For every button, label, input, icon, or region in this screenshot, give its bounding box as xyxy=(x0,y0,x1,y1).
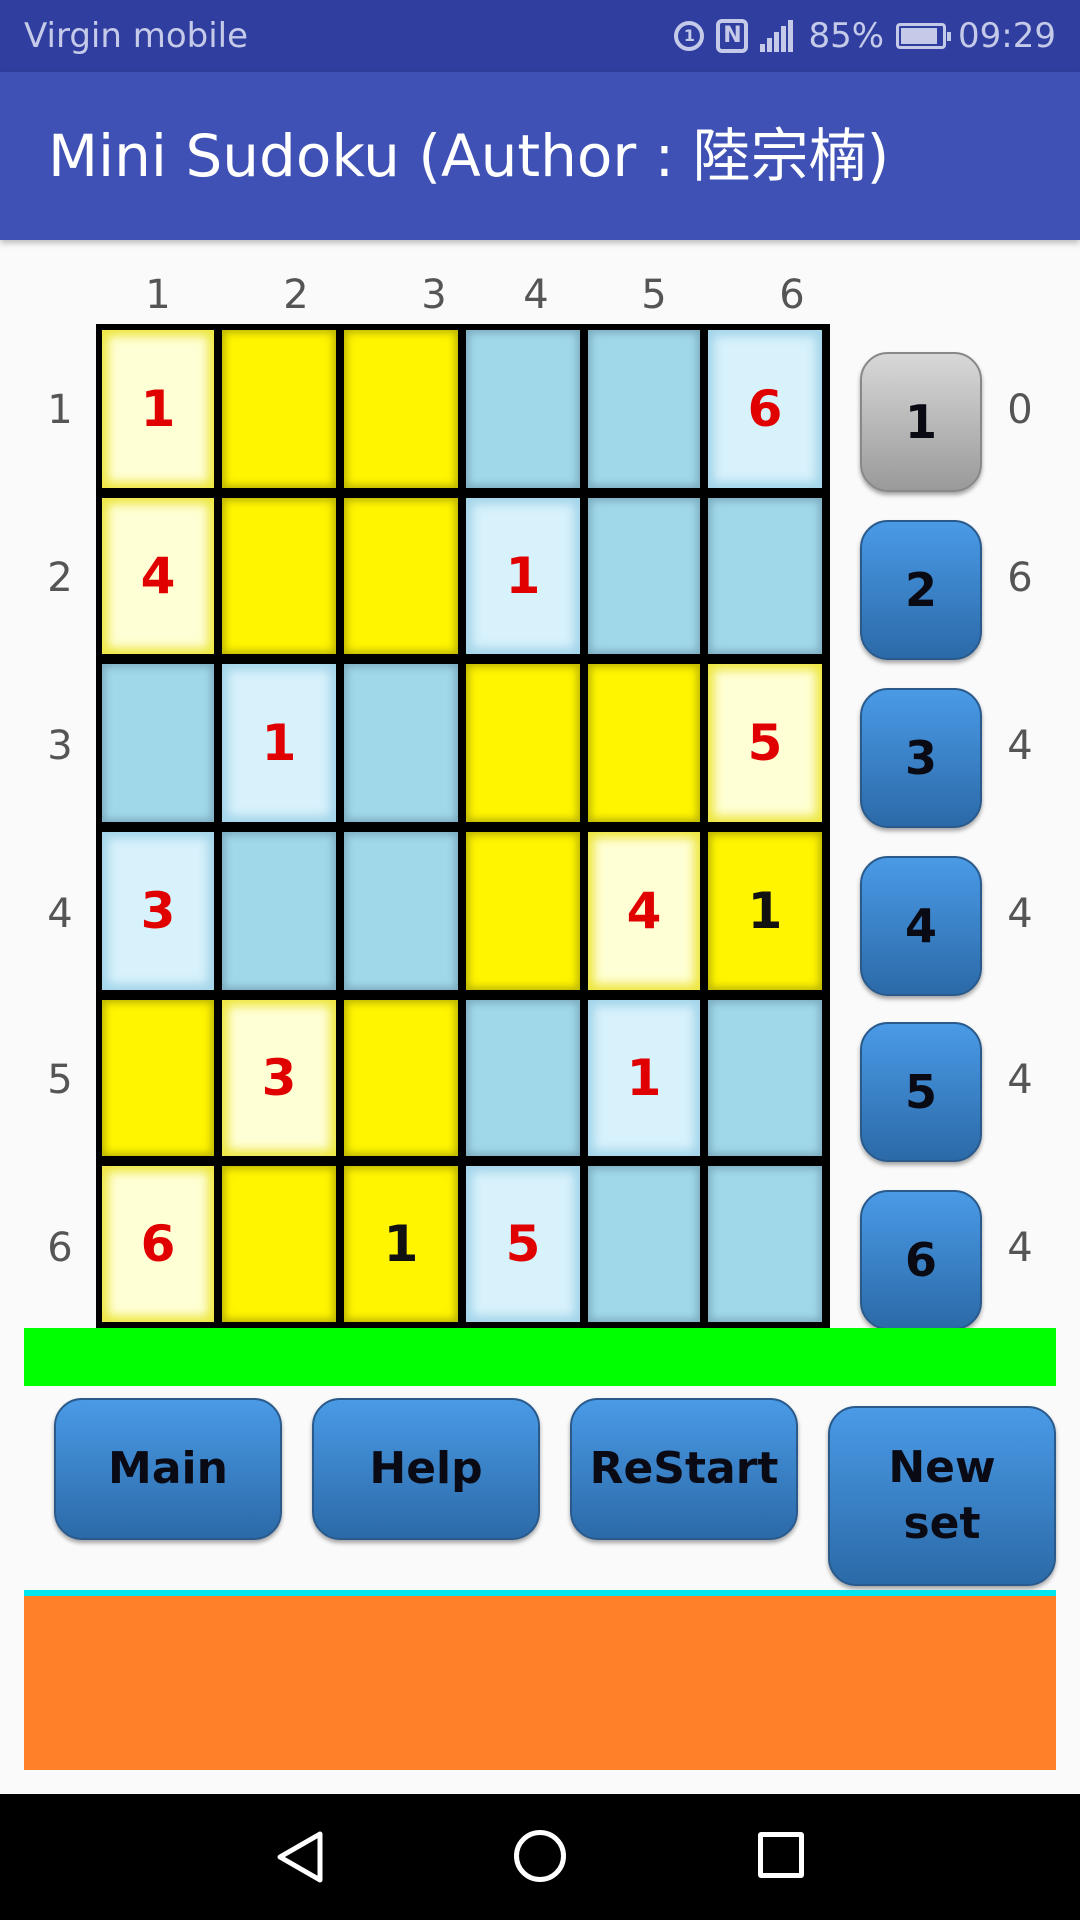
board-cell[interactable]: 5 xyxy=(466,1166,580,1322)
cell-value: 1 xyxy=(383,1215,419,1273)
cell-value: 5 xyxy=(747,714,783,772)
board-cell[interactable]: 3 xyxy=(222,1000,336,1156)
board-cell[interactable]: 6 xyxy=(708,330,822,488)
number-button-6[interactable]: 6 xyxy=(860,1190,982,1330)
board-cell[interactable]: 1 xyxy=(222,664,336,822)
board-cell[interactable] xyxy=(222,1166,336,1322)
row-label: 3 xyxy=(47,723,73,769)
remaining-count: 4 xyxy=(1007,1225,1033,1271)
number-button-5[interactable]: 5 xyxy=(860,1022,982,1162)
column-label: 5 xyxy=(641,272,667,318)
signal-icon xyxy=(760,20,796,52)
board-cell[interactable] xyxy=(466,664,580,822)
status-icons: 1 N 85% 09:29 xyxy=(662,16,1056,56)
status-strip xyxy=(24,1328,1056,1386)
board-cell[interactable] xyxy=(344,664,458,822)
column-label: 2 xyxy=(283,272,309,318)
board-cell[interactable] xyxy=(708,1000,822,1156)
number-button-2[interactable]: 2 xyxy=(860,520,982,660)
app-title: Mini Sudoku (Author : 陸宗楠) xyxy=(48,122,890,190)
cell-value: 1 xyxy=(140,380,176,438)
cell-value: 3 xyxy=(140,882,176,940)
carrier-name: Virgin mobile xyxy=(24,16,249,56)
main-button[interactable]: Main xyxy=(54,1398,282,1540)
board-cell[interactable] xyxy=(102,664,214,822)
new-set-button[interactable]: New set xyxy=(828,1406,1056,1586)
row-label: 5 xyxy=(47,1057,73,1103)
column-label: 1 xyxy=(145,272,171,318)
cell-value: 1 xyxy=(505,547,541,605)
cell-value: 3 xyxy=(261,1049,297,1107)
cell-value: 6 xyxy=(140,1215,176,1273)
column-label: 4 xyxy=(523,272,549,318)
remaining-count: 4 xyxy=(1007,891,1033,937)
app-bar: Mini Sudoku (Author : 陸宗楠) xyxy=(0,72,1080,240)
board-cell[interactable]: 3 xyxy=(102,832,214,990)
status-bar: Virgin mobile 1 N 85% 09:29 xyxy=(0,0,1080,72)
column-label: 3 xyxy=(421,272,447,318)
hd-call-icon: 1 xyxy=(674,21,705,51)
board-cell[interactable] xyxy=(708,1166,822,1322)
recent-apps-icon[interactable] xyxy=(758,1832,804,1878)
board-cell[interactable] xyxy=(344,330,458,488)
home-icon[interactable] xyxy=(514,1830,566,1882)
board-cell[interactable] xyxy=(466,330,580,488)
remaining-count: 4 xyxy=(1007,1057,1033,1103)
sudoku-board: 1 6 4 1 1 5 3 4 1 3 1 6 1 5 xyxy=(96,324,830,1328)
cell-value: 1 xyxy=(626,1049,662,1107)
board-cell[interactable]: 1 xyxy=(588,1000,700,1156)
back-icon[interactable] xyxy=(276,1830,324,1884)
board-cell[interactable]: 5 xyxy=(708,664,822,822)
row-label: 6 xyxy=(47,1225,73,1271)
board-cell[interactable]: 6 xyxy=(102,1166,214,1322)
cell-value: 4 xyxy=(140,547,176,605)
clock: 09:29 xyxy=(958,16,1056,56)
board-cell[interactable]: 1 xyxy=(102,330,214,488)
row-label: 4 xyxy=(47,891,73,937)
board-cell[interactable]: 1 xyxy=(708,832,822,990)
number-button-4[interactable]: 4 xyxy=(860,856,982,996)
board-cell[interactable] xyxy=(222,330,336,488)
battery-percent: 85% xyxy=(808,16,885,56)
help-button[interactable]: Help xyxy=(312,1398,540,1540)
number-button-3[interactable]: 3 xyxy=(860,688,982,828)
board-cell[interactable] xyxy=(708,498,822,654)
remaining-count: 4 xyxy=(1007,723,1033,769)
board-cell[interactable] xyxy=(588,1166,700,1322)
board-cell[interactable]: 4 xyxy=(588,832,700,990)
ad-banner-area xyxy=(24,1596,1056,1770)
board-cell[interactable] xyxy=(102,1000,214,1156)
board-cell[interactable] xyxy=(466,832,580,990)
navigation-bar xyxy=(0,1794,1080,1920)
column-label: 6 xyxy=(779,272,805,318)
remaining-count: 6 xyxy=(1007,555,1033,601)
restart-button[interactable]: ReStart xyxy=(570,1398,798,1540)
battery-icon xyxy=(896,23,952,49)
board-cell[interactable] xyxy=(466,1000,580,1156)
remaining-count: 0 xyxy=(1007,387,1033,433)
cell-value: 1 xyxy=(747,882,783,940)
board-cell[interactable]: 1 xyxy=(344,1166,458,1322)
board-cell[interactable] xyxy=(344,498,458,654)
board-cell[interactable]: 1 xyxy=(466,498,580,654)
board-cell[interactable] xyxy=(344,1000,458,1156)
cell-value: 6 xyxy=(747,380,783,438)
row-label: 2 xyxy=(47,555,73,601)
cell-value: 4 xyxy=(626,882,662,940)
cell-value: 1 xyxy=(261,714,297,772)
cell-value: 5 xyxy=(505,1215,541,1273)
board-cell[interactable] xyxy=(344,832,458,990)
board-cell[interactable] xyxy=(588,330,700,488)
board-cell[interactable] xyxy=(222,832,336,990)
board-cell[interactable] xyxy=(588,498,700,654)
board-cell[interactable] xyxy=(222,498,336,654)
nfc-icon: N xyxy=(716,19,749,53)
row-label: 1 xyxy=(47,387,73,433)
board-cell[interactable] xyxy=(588,664,700,822)
number-button-1[interactable]: 1 xyxy=(860,352,982,492)
board-cell[interactable]: 4 xyxy=(102,498,214,654)
